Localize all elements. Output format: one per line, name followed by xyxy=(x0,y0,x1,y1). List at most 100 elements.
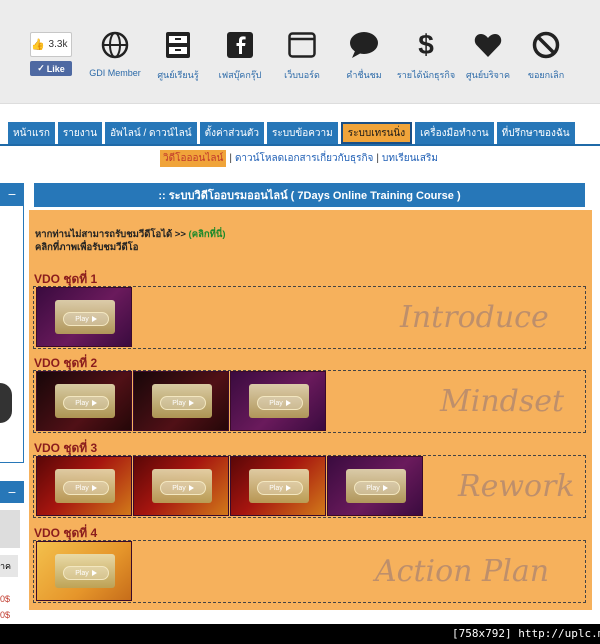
play-label: Play xyxy=(75,484,89,492)
play-button[interactable]: Play xyxy=(63,566,109,580)
play-label: Play xyxy=(366,484,380,492)
nav-label: ศูนย์เรียนรู้ xyxy=(157,70,199,80)
play-button[interactable]: Play xyxy=(160,481,206,495)
play-label: Play xyxy=(172,484,186,492)
tab-reports[interactable]: รายงาน xyxy=(57,122,103,144)
training-subnav: วิดีโอออนไลน์ | ดาวน์โหลดเอกสารเกี่ยวกับ… xyxy=(160,150,438,167)
video-thumbnail[interactable]: Play xyxy=(230,456,326,516)
image-watermark: [758x792] http://uplc.me/ xyxy=(452,627,600,640)
sidebar-block xyxy=(0,510,20,548)
play-label: Play xyxy=(75,399,89,407)
like-button-label: Like xyxy=(46,63,65,74)
nav-donation-center[interactable]: ศูนย์บริจาค xyxy=(456,28,520,82)
play-icon xyxy=(91,485,97,491)
check-icon: ✓ xyxy=(37,63,45,73)
play-label: Play xyxy=(75,315,89,323)
ban-icon xyxy=(514,28,578,62)
training-header: :: ระบบวิดีโออบรมออนไลน์ ( 7Days Online … xyxy=(34,183,585,207)
tab-tools[interactable]: เครื่องมือทำงาน xyxy=(415,122,494,144)
subnav-download-docs[interactable]: ดาวน์โหลดเอกสารเกี่ยวกับธุรกิจ xyxy=(235,151,373,166)
play-icon xyxy=(91,570,97,576)
play-icon xyxy=(91,400,97,406)
play-button[interactable]: Play xyxy=(257,396,303,410)
nav-learning-center[interactable]: ศูนย์เรียนรู้ xyxy=(146,28,210,82)
play-button[interactable]: Play xyxy=(63,396,109,410)
play-button[interactable]: Play xyxy=(257,481,303,495)
nav-label: เฟสบุ๊คกรุ๊ป xyxy=(218,70,262,80)
video-thumbnail[interactable]: Play xyxy=(36,287,132,347)
intro-instruction: คลิกที่ภาพเพื่อรับชมวีดีโอ xyxy=(35,242,139,253)
nav-label: GDI Member xyxy=(89,68,141,78)
set-word: Introduce xyxy=(400,300,549,335)
tab-training[interactable]: ระบบเทรนนิ่ง xyxy=(340,122,413,144)
play-icon xyxy=(91,316,97,322)
video-thumbnail[interactable]: Play xyxy=(230,371,326,431)
video-thumbnail[interactable]: Play xyxy=(36,456,132,516)
play-label: Play xyxy=(269,484,283,492)
intro-text: หากท่านไม่สามารถรับชมวีดีโอได้ >> xyxy=(35,229,186,240)
set-word: Mindset xyxy=(440,384,565,419)
tab-upline-downline[interactable]: อัพไลน์ / ดาวน์ไลน์ xyxy=(105,122,197,144)
page: 👍 3.3k ✓ Like GDI Member ศูนย์เรียนรู้ เ… xyxy=(0,0,600,624)
thumbs-up-icon: 👍 xyxy=(31,38,45,51)
nav-cancel[interactable]: ขอยกเลิก xyxy=(514,28,578,82)
play-icon xyxy=(188,485,194,491)
like-count: 3.3k xyxy=(48,39,68,50)
globe-icon xyxy=(83,28,147,62)
tab-messages[interactable]: ระบบข้อความ xyxy=(266,122,338,144)
speech-bubble-icon xyxy=(332,28,396,62)
nav-label: รายได้นักธุรกิจ xyxy=(396,70,456,80)
play-button[interactable]: Play xyxy=(160,396,206,410)
video-thumbnail[interactable]: Play xyxy=(133,371,229,431)
nav-label: คำชื่นชม xyxy=(346,70,382,80)
play-label: Play xyxy=(269,399,283,407)
click-here-link[interactable]: (คลิกที่นี่) xyxy=(189,229,226,240)
play-button[interactable]: Play xyxy=(354,481,400,495)
set-word: Action Plan xyxy=(375,554,550,589)
tab-advisor[interactable]: ที่ปรึกษาของฉัน xyxy=(496,122,575,144)
video-thumbnail[interactable]: Play xyxy=(133,456,229,516)
play-button[interactable]: Play xyxy=(63,481,109,495)
top-icon-bar: 👍 3.3k ✓ Like GDI Member ศูนย์เรียนรู้ เ… xyxy=(0,0,600,104)
subnav-online-video[interactable]: วิดีโอออนไลน์ xyxy=(160,150,227,167)
nav-facebook-group[interactable]: เฟสบุ๊คกรุ๊ป xyxy=(208,28,272,82)
nav-testimonials[interactable]: คำชื่นชม xyxy=(332,28,396,82)
sidebar-avatar xyxy=(0,383,12,423)
nav-business-income[interactable]: $ รายได้นักธุรกิจ xyxy=(394,28,458,82)
like-button[interactable]: ✓ Like xyxy=(30,61,72,76)
video-thumbnail[interactable]: Play xyxy=(327,456,423,516)
video-thumbnail[interactable]: Play xyxy=(36,371,132,431)
subnav-separator: | xyxy=(229,153,232,164)
facebook-like-widget[interactable]: 👍 3.3k ✓ Like xyxy=(30,32,72,76)
play-button[interactable]: Play xyxy=(63,312,109,326)
video-thumbnail[interactable]: Play xyxy=(36,541,132,601)
window-icon xyxy=(270,28,334,62)
tab-settings[interactable]: ตั้งค่าส่วนตัว xyxy=(199,122,264,144)
facebook-icon xyxy=(208,28,272,62)
set-word: Rework xyxy=(458,469,575,504)
nav-gdi-member[interactable]: GDI Member xyxy=(83,28,147,78)
main-tabs: หน้าแรก รายงาน อัพไลน์ / ดาวน์ไลน์ ตั้งค… xyxy=(8,122,578,144)
sidebar-panel xyxy=(0,205,24,463)
like-count-box: 👍 3.3k xyxy=(30,32,72,57)
play-icon xyxy=(188,400,194,406)
play-label: Play xyxy=(172,399,186,407)
subnav-extra-lessons[interactable]: บทเรียนเสริม xyxy=(382,151,438,166)
sidebar-collapse-button[interactable]: − xyxy=(0,183,24,205)
nav-label: ขอยกเลิก xyxy=(527,70,565,80)
tab-home[interactable]: หน้าแรก xyxy=(8,122,55,144)
play-icon xyxy=(285,485,291,491)
sidebar-value: 0$ xyxy=(0,594,11,604)
play-icon xyxy=(382,485,388,491)
dollar-icon: $ xyxy=(418,29,434,60)
subnav-separator: | xyxy=(376,153,379,164)
play-label: Play xyxy=(75,569,89,577)
heart-icon xyxy=(456,28,520,62)
play-icon xyxy=(285,400,291,406)
tab-underline xyxy=(0,144,600,146)
sidebar-collapse-button[interactable]: − xyxy=(0,481,24,503)
nav-label: ศูนย์บริจาค xyxy=(465,70,511,80)
nav-webboard[interactable]: เว็บบอร์ด xyxy=(270,28,334,82)
sidebar-tag: าค xyxy=(0,555,18,577)
cabinet-icon xyxy=(146,28,210,62)
